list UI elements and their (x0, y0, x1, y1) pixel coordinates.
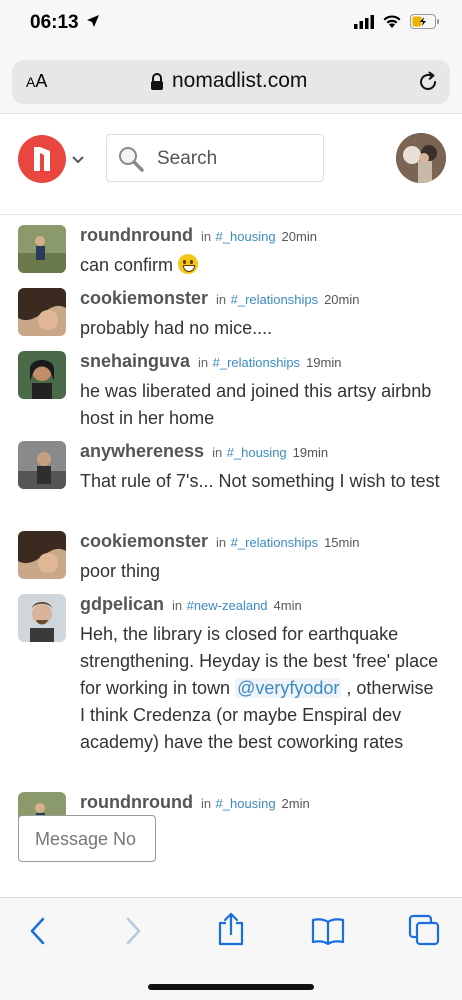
avatar[interactable] (18, 441, 66, 489)
message-channel-link[interactable]: #new-zealand (187, 598, 268, 613)
message-username[interactable]: cookiemonster (80, 531, 208, 551)
address-bar[interactable]: AA nomadlist.com (12, 60, 450, 104)
message-username[interactable]: snehainguva (80, 351, 190, 371)
tabs-icon[interactable] (408, 914, 440, 951)
status-indicators (354, 14, 440, 34)
chat-feed[interactable]: roundnround in #_housing 20min can confirm… (0, 215, 462, 895)
message-input-placeholder: Message No (35, 829, 137, 849)
message-in-label: in (212, 445, 223, 460)
avatar[interactable] (18, 351, 66, 399)
message-username[interactable]: roundnround (80, 225, 193, 245)
reload-icon[interactable] (416, 70, 440, 99)
message-time: 20min (324, 292, 360, 307)
reader-settings-button[interactable]: AA (26, 71, 47, 92)
message-header: roundnround in #_housing 2min (80, 792, 310, 813)
avatar[interactable] (18, 594, 66, 642)
message-channel-link[interactable]: #_relationships (231, 535, 318, 550)
message-time: 2min (281, 796, 310, 811)
message-channel-link[interactable]: #_housing (216, 229, 276, 244)
lock-icon (150, 73, 164, 96)
home-indicator[interactable] (148, 984, 314, 990)
message-in-label: in (200, 796, 212, 811)
site-header: Search (0, 115, 462, 215)
message-header: gdpelican in #new-zealand 4min (80, 594, 302, 615)
message-username[interactable]: anywhereness (80, 441, 204, 461)
message-time: 15min (324, 535, 360, 550)
message-header: snehainguva in #_relationships 19min (80, 351, 341, 372)
message-time: 19min (292, 445, 329, 460)
message-time: 20min (281, 229, 317, 244)
status-bar: 06:13 (0, 0, 462, 50)
message-username[interactable]: cookiemonster (80, 288, 208, 308)
message-in-label: in (200, 229, 212, 244)
chevron-left-icon[interactable] (26, 916, 50, 951)
message-input[interactable]: Message No (18, 815, 156, 862)
url-text: nomadlist.com (172, 69, 308, 92)
book-icon[interactable] (311, 917, 345, 950)
message-header: anywhereness in #_housing 19min (80, 441, 328, 462)
browser-address-area: AA nomadlist.com (0, 50, 462, 114)
message-in-label: in (198, 355, 209, 370)
search-icon (117, 145, 145, 178)
signal-icon (354, 14, 374, 34)
message-in-label: in (216, 535, 227, 550)
message-channel-link[interactable]: #_relationships (231, 292, 318, 307)
message-channel-link[interactable]: #_relationships (213, 355, 300, 370)
nomadlist-logo[interactable] (18, 135, 66, 183)
message-username[interactable]: roundnround (80, 792, 193, 812)
avatar[interactable] (18, 225, 66, 273)
battery-icon (410, 14, 440, 34)
message-channel-link[interactable]: #_housing (227, 445, 287, 460)
message-text: probably had no mice.... (80, 318, 273, 338)
message-text: can confirm (80, 252, 440, 279)
chevron-right-icon[interactable] (121, 916, 145, 951)
message-text: he was liberated and joined this artsy a… (80, 381, 432, 428)
wifi-icon (382, 14, 402, 34)
message-time: 19min (306, 355, 342, 370)
chevron-down-icon[interactable] (72, 151, 84, 169)
message-header: roundnround in #_housing 20min (80, 225, 317, 246)
user-avatar[interactable] (396, 133, 446, 183)
message-header: cookiemonster in #_relationships 15min (80, 531, 360, 552)
message-time: 4min (273, 598, 302, 613)
message-header: cookiemonster in #_relationships 20min (80, 288, 360, 309)
user-mention-link[interactable]: @veryfyodor (235, 678, 342, 698)
status-time: 06:13 (30, 12, 79, 33)
message-in-label: in (216, 292, 227, 307)
message-channel-link[interactable]: #_housing (216, 796, 276, 811)
message-text: poor thing (80, 561, 161, 581)
avatar[interactable] (18, 288, 66, 336)
search-input[interactable]: Search (106, 134, 324, 182)
message-username[interactable]: gdpelican (80, 594, 164, 614)
avatar[interactable] (18, 531, 66, 579)
share-icon[interactable] (216, 912, 246, 951)
message-text: Heh, the library is closed for earthquak… (80, 624, 439, 752)
search-label: Search (157, 148, 218, 169)
message-text: That rule of 7's... Not something I wish… (80, 471, 440, 491)
message-in-label: in (172, 598, 183, 613)
grinning-face-emoji-icon (178, 254, 199, 274)
location-arrow-icon (86, 14, 100, 33)
